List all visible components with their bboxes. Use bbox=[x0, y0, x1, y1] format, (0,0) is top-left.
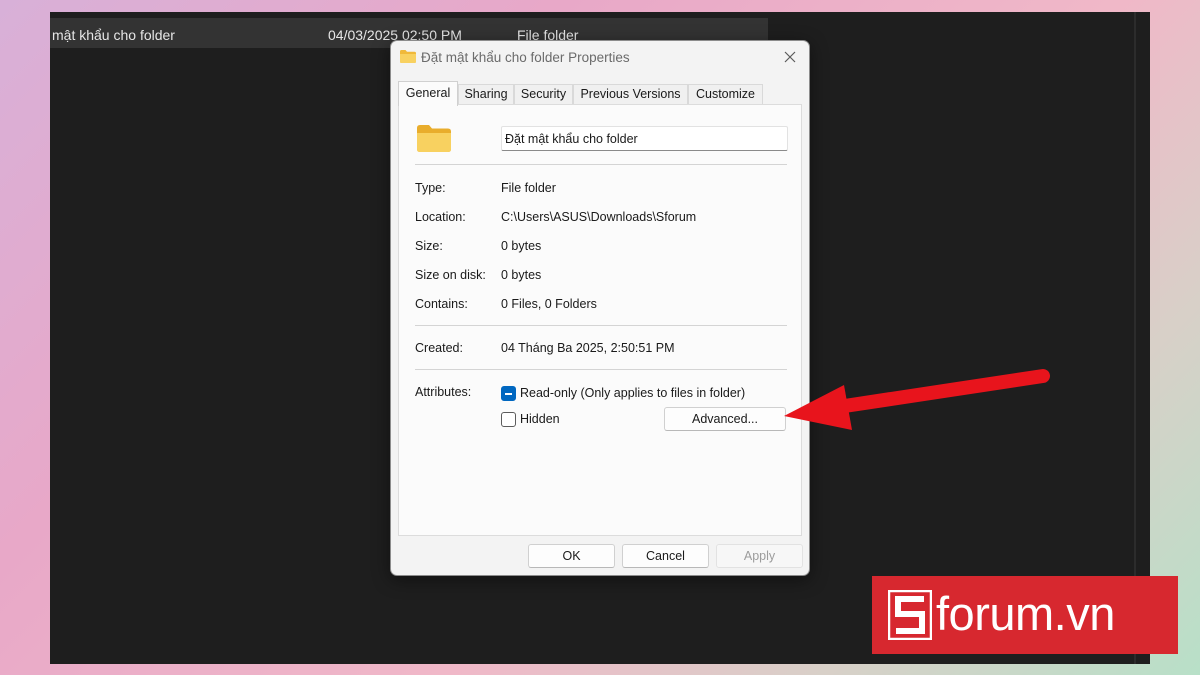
ok-button[interactable]: OK bbox=[528, 544, 615, 568]
size-on-disk-value: 0 bytes bbox=[501, 268, 542, 282]
hidden-label[interactable]: Hidden bbox=[520, 412, 560, 426]
attributes-label: Attributes: bbox=[415, 385, 472, 399]
divider bbox=[415, 164, 787, 165]
size-label: Size: bbox=[415, 239, 443, 253]
created-value: 04 Tháng Ba 2025, 2:50:51 PM bbox=[501, 341, 675, 355]
cancel-button[interactable]: Cancel bbox=[622, 544, 709, 568]
tab-security[interactable]: Security bbox=[514, 84, 573, 105]
size-on-disk-label: Size on disk: bbox=[415, 268, 486, 282]
readonly-checkbox[interactable] bbox=[501, 386, 516, 401]
divider bbox=[415, 369, 787, 370]
sforum-wordmark: forum.vn bbox=[936, 587, 1115, 640]
readonly-label[interactable]: Read-only (Only applies to files in fold… bbox=[520, 386, 745, 400]
tab-customize[interactable]: Customize bbox=[688, 84, 763, 105]
properties-dialog: Đặt mật khẩu cho folder Properties Gener… bbox=[390, 40, 810, 576]
folder-name-input[interactable] bbox=[501, 126, 788, 151]
general-tab-panel: Type: File folder Location: C:\Users\ASU… bbox=[398, 104, 802, 536]
close-icon bbox=[784, 51, 796, 63]
dialog-title: Đặt mật khẩu cho folder Properties bbox=[421, 50, 630, 65]
folder-icon bbox=[417, 125, 451, 152]
file-name: mật khẩu cho folder bbox=[52, 27, 175, 43]
tab-general[interactable]: General bbox=[398, 81, 458, 106]
tab-previous-versions[interactable]: Previous Versions bbox=[573, 84, 688, 105]
contains-value: 0 Files, 0 Folders bbox=[501, 297, 597, 311]
hidden-checkbox[interactable] bbox=[501, 412, 516, 427]
advanced-button[interactable]: Advanced... bbox=[664, 407, 786, 431]
type-value: File folder bbox=[501, 181, 556, 195]
location-label: Location: bbox=[415, 210, 466, 224]
tab-sharing[interactable]: Sharing bbox=[458, 84, 514, 105]
close-button[interactable] bbox=[779, 46, 801, 68]
type-label: Type: bbox=[415, 181, 446, 195]
scrollbar[interactable] bbox=[1134, 12, 1136, 664]
location-value: C:\Users\ASUS\Downloads\Sforum bbox=[501, 210, 697, 224]
sforum-s-icon bbox=[888, 590, 932, 640]
contains-label: Contains: bbox=[415, 297, 468, 311]
divider bbox=[415, 325, 787, 326]
dialog-titlebar[interactable]: Đặt mật khẩu cho folder Properties bbox=[391, 41, 809, 73]
created-label: Created: bbox=[415, 341, 463, 355]
folder-icon bbox=[400, 50, 416, 63]
apply-button[interactable]: Apply bbox=[716, 544, 803, 568]
size-value: 0 bytes bbox=[501, 239, 542, 253]
sforum-logo: forum.vn bbox=[872, 576, 1178, 654]
